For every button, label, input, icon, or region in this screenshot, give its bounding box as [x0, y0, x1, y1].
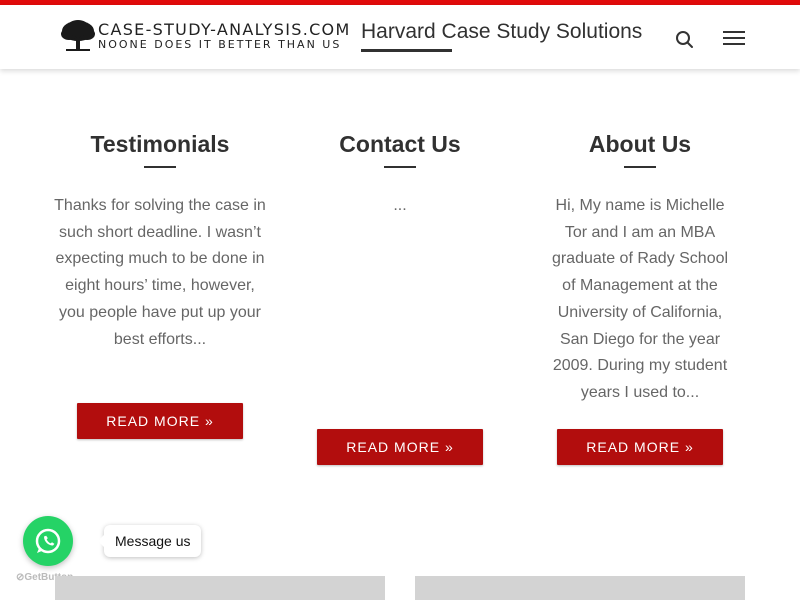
section-title: About Us [588, 131, 692, 157]
section-text: Thanks for solving the case in such shor… [54, 197, 266, 348]
whatsapp-button[interactable] [23, 516, 73, 566]
hamburger-menu-icon [723, 31, 745, 33]
search-button[interactable] [674, 29, 696, 51]
logo-slogan: NOONE DOES IT BETTER THAN US [98, 38, 342, 51]
section-title: Testimonials [90, 131, 230, 157]
search-icon [676, 31, 693, 48]
site-tagline: Harvard Case Study Solutions [361, 20, 643, 43]
hamburger-menu-icon [723, 37, 745, 39]
about-section: About Us Hi, My name is Michelle Tor and… [520, 128, 760, 407]
read-more-button[interactable]: READ MORE » [77, 403, 243, 439]
title-divider [384, 166, 416, 168]
testimonials-section: Testimonials Thanks for solving the case… [40, 128, 280, 353]
tagline-underline [361, 49, 452, 52]
contact-section: Contact Us ... [280, 128, 520, 220]
hamburger-menu-icon [723, 43, 745, 45]
logo-title: CASE-STUDY-ANALYSIS.COM [98, 20, 351, 39]
section-title: Contact Us [339, 131, 461, 157]
tree-logo-icon [61, 20, 95, 51]
message-us-tooltip[interactable]: Message us [97, 525, 202, 557]
site-header: CASE-STUDY-ANALYSIS.COM NOONE DOES IT BE… [0, 5, 800, 69]
content-card [415, 576, 745, 600]
section-text: Hi, My name is Michelle Tor and I am an … [551, 197, 729, 401]
site-logo[interactable]: CASE-STUDY-ANALYSIS.COM NOONE DOES IT BE… [60, 20, 350, 56]
title-divider [624, 166, 656, 168]
content-card [55, 576, 385, 600]
read-more-button[interactable]: READ MORE » [557, 429, 723, 465]
section-text: ... [393, 197, 407, 214]
title-divider [144, 166, 176, 168]
hamburger-menu-button[interactable] [723, 31, 747, 49]
read-more-button[interactable]: READ MORE » [317, 429, 483, 465]
whatsapp-icon [35, 528, 61, 554]
